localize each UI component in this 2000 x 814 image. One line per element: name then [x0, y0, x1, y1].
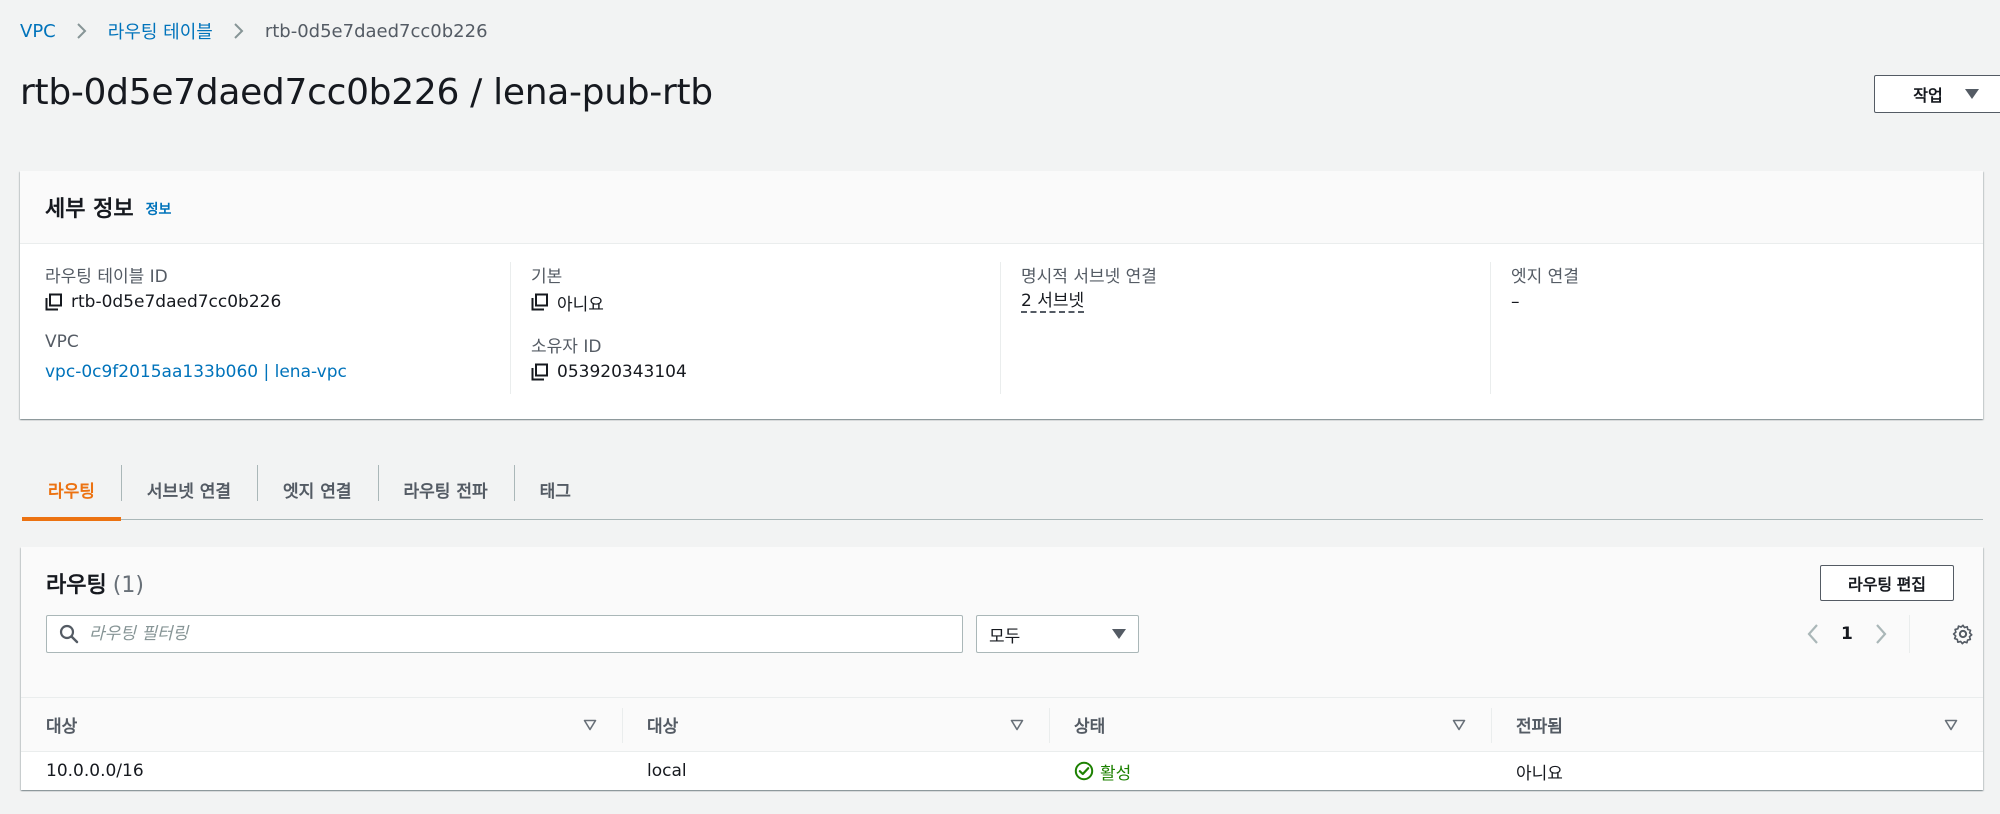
tab-route-propagation[interactable]: 라우팅 전파: [377, 458, 514, 520]
route-table-id-field: 라우팅 테이블 ID rtb-0d5e7daed7cc0b226: [45, 262, 510, 314]
edge-label: 엣지 연결: [1511, 267, 1579, 287]
route-table-id-label: 라우팅 테이블 ID: [45, 267, 168, 287]
routes-filter-input[interactable]: [89, 624, 949, 644]
tab-routes[interactable]: 라우팅: [22, 458, 121, 521]
filter-box: [46, 615, 963, 653]
sort-icon: [1944, 719, 1958, 730]
actions-button-label: 작업: [1913, 88, 1943, 105]
details-header: 세부 정보 정보: [20, 171, 1983, 244]
explicit-subnet-label: 명시적 서브넷 연결: [1021, 267, 1157, 287]
caret-down-icon: [1112, 629, 1126, 639]
table-header: 대상 대상 상태 전파됨: [21, 697, 1983, 752]
owner-field: 소유자 ID 053920343104: [531, 332, 1000, 384]
sort-icon: [1452, 719, 1466, 730]
vpc-field: VPC vpc-0c9f2015aa133b060 | lena-vpc: [45, 332, 510, 384]
column-header-label: 대상: [46, 717, 78, 737]
column-header-status[interactable]: 상태: [1049, 698, 1491, 751]
route-table-id-value: rtb-0d5e7daed7cc0b226: [45, 290, 510, 314]
copy-icon[interactable]: [531, 363, 549, 381]
vpc-value: vpc-0c9f2015aa133b060 | lena-vpc: [45, 360, 510, 384]
column-header-target[interactable]: 대상: [622, 698, 1049, 751]
breadcrumb-vpc[interactable]: VPC: [20, 21, 56, 42]
breadcrumb-route-tables[interactable]: 라우팅 테이블: [108, 18, 213, 44]
sort-icon: [583, 719, 597, 730]
route-status: 활성: [1049, 752, 1491, 790]
tab-bar: 라우팅 서브넷 연결 엣지 연결 라우팅 전파 태그: [22, 458, 1983, 521]
main-label: 기본: [531, 267, 563, 287]
tab-edge-associations[interactable]: 엣지 연결: [257, 458, 377, 520]
details-column-2: 기본 아니요 소유자 ID 053920343104: [510, 262, 1000, 394]
page-title: rtb-0d5e7daed7cc0b226 / lena-pub-rtb: [20, 72, 713, 113]
route-destination: 10.0.0.0/16: [46, 761, 144, 781]
route-propagated: 아니요: [1516, 763, 1563, 784]
details-column-4: 엣지 연결 –: [1490, 262, 1980, 394]
caret-down-icon: [1964, 89, 1979, 99]
routes-table: 대상 대상 상태 전파됨 10.0.0.0/16 local 활성 아니요: [21, 697, 1983, 790]
route-table-id-text: rtb-0d5e7daed7cc0b226: [71, 292, 282, 312]
column-header-label: 대상: [647, 717, 679, 737]
edge-value: –: [1511, 292, 1520, 312]
column-header-propagated[interactable]: 전파됨: [1491, 698, 1983, 751]
tab-subnet-associations[interactable]: 서브넷 연결: [120, 458, 257, 520]
breadcrumb: VPC 라우팅 테이블 rtb-0d5e7daed7cc0b226: [20, 18, 488, 44]
details-title: 세부 정보: [45, 197, 134, 222]
edge-field: 엣지 연결 –: [1511, 262, 1980, 314]
status-badge: 활성: [1074, 759, 1131, 784]
explicit-subnet-value: 2 서브넷: [1021, 290, 1490, 314]
status-text: 활성: [1100, 763, 1132, 784]
main-field: 기본 아니요: [531, 262, 1000, 315]
chevron-right-icon: [233, 22, 245, 40]
previous-page-icon[interactable]: [1801, 622, 1825, 646]
owner-text: 053920343104: [557, 362, 687, 382]
current-page[interactable]: 1: [1841, 624, 1853, 644]
routes-title: 라우팅 (1): [46, 567, 144, 599]
table-row: 10.0.0.0/16 local 활성 아니요: [21, 752, 1983, 790]
owner-label: 소유자 ID: [531, 337, 602, 357]
column-header-label: 상태: [1074, 717, 1106, 737]
pagination: 1: [1801, 615, 1910, 653]
search-icon: [59, 624, 79, 644]
details-grid: 라우팅 테이블 ID rtb-0d5e7daed7cc0b226 VPC vpc…: [20, 244, 1983, 419]
explicit-subnet-field: 명시적 서브넷 연결 2 서브넷: [1021, 262, 1490, 314]
chevron-right-icon: [76, 22, 88, 40]
owner-value: 053920343104: [531, 360, 1000, 384]
routes-count: (1): [112, 573, 144, 598]
routes-title-text: 라우팅: [46, 573, 107, 598]
routes-panel: 라우팅(1) 라우팅 편집 모두 1 대상 대상: [21, 547, 1983, 790]
vpc-link[interactable]: vpc-0c9f2015aa133b060 | lena-vpc: [45, 362, 347, 382]
vpc-label: VPC: [45, 332, 79, 352]
status-select[interactable]: 모두: [976, 615, 1139, 653]
info-link[interactable]: 정보: [146, 199, 172, 219]
main-text: 아니요: [557, 294, 604, 315]
check-circle-icon: [1074, 761, 1094, 781]
status-select-value: 모두: [989, 626, 1021, 647]
main-value: 아니요: [531, 290, 1000, 315]
next-page-icon[interactable]: [1869, 622, 1893, 646]
explicit-subnet-popover[interactable]: 2 서브넷: [1021, 291, 1085, 313]
sort-icon: [1010, 719, 1024, 730]
column-header-label: 전파됨: [1516, 717, 1563, 737]
copy-icon[interactable]: [531, 293, 549, 311]
pager-divider: [1908, 615, 1910, 653]
edit-routes-button[interactable]: 라우팅 편집: [1820, 565, 1954, 601]
breadcrumb-current: rtb-0d5e7daed7cc0b226: [264, 20, 488, 42]
details-panel: 세부 정보 정보 라우팅 테이블 ID rtb-0d5e7daed7cc0b22…: [20, 171, 1983, 419]
details-column-3: 명시적 서브넷 연결 2 서브넷: [1000, 262, 1490, 394]
tab-tags[interactable]: 태그: [513, 458, 597, 520]
route-target: local: [647, 761, 687, 781]
column-header-destination[interactable]: 대상: [21, 698, 622, 751]
gear-icon[interactable]: [1952, 623, 1974, 645]
actions-button[interactable]: 작업: [1874, 75, 2000, 113]
details-column-1: 라우팅 테이블 ID rtb-0d5e7daed7cc0b226 VPC vpc…: [20, 262, 510, 394]
copy-icon[interactable]: [45, 293, 63, 311]
